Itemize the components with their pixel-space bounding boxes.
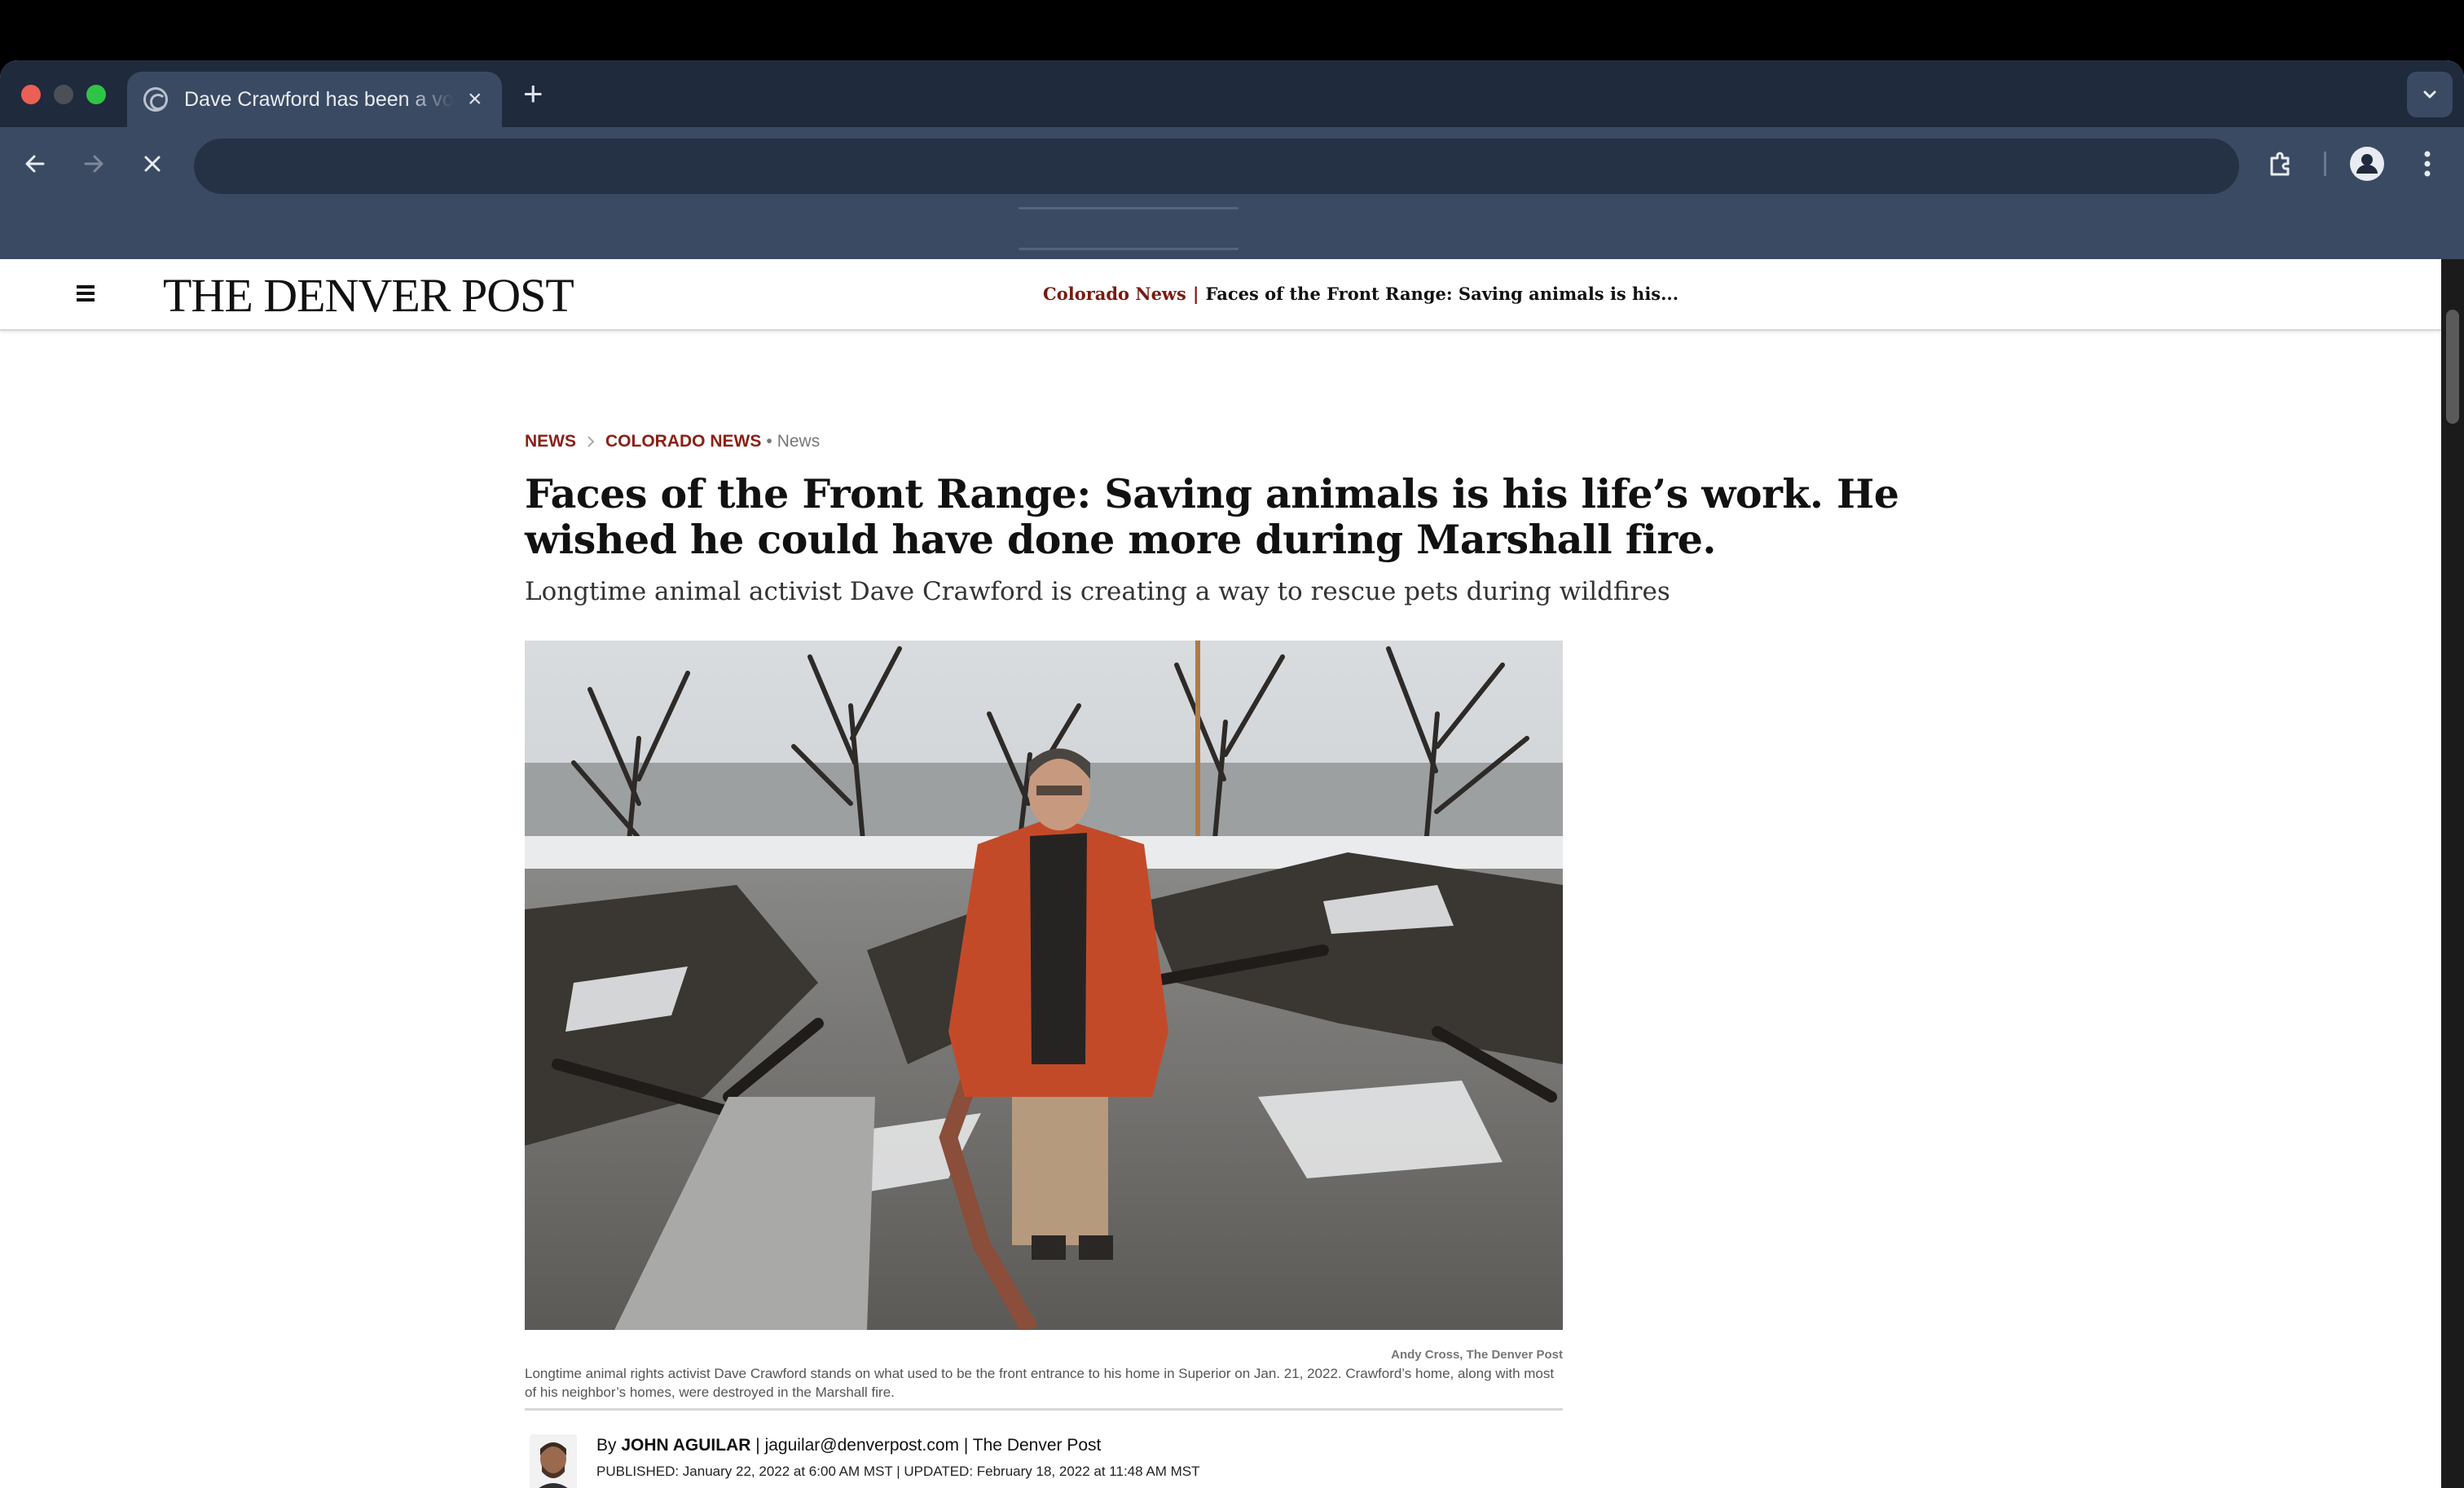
browser-menu-button[interactable] [2409, 145, 2446, 183]
article-headline: Faces of the Front Range: Saving animals… [525, 470, 1899, 563]
stop-icon [144, 156, 161, 172]
forward-button[interactable] [75, 145, 112, 183]
publish-dates: PUBLISHED: January 22, 2022 at 6:00 AM M… [596, 1464, 1200, 1479]
maximize-window-button[interactable] [86, 85, 106, 104]
menu-bar-area [0, 0, 2464, 60]
breadcrumb-dot: • [766, 432, 772, 451]
breadcrumb-news[interactable]: NEWS [525, 432, 576, 451]
loading-indicator [1019, 248, 1239, 250]
author-avatar[interactable] [530, 1434, 577, 1488]
article-photo[interactable] [525, 641, 1563, 1330]
stop-loading-button[interactable] [134, 145, 171, 183]
trail-separator: | [1192, 284, 1199, 304]
site-logo[interactable]: THE DENVER POST [163, 272, 574, 319]
photo-caption: Longtime animal rights activist Dave Cra… [525, 1366, 1555, 1400]
browser-toolbar [0, 127, 2464, 200]
active-tab[interactable]: Dave Crawford has been a vo × [127, 72, 502, 127]
extensions-button[interactable] [2262, 145, 2299, 183]
byline-separator: | [963, 1436, 969, 1455]
photo-credit: Andy Cross, The Denver Post [1391, 1348, 1563, 1362]
forward-arrow-icon [84, 155, 103, 173]
author-email[interactable]: jaguilar@denverpost.com [765, 1436, 959, 1455]
breadcrumb: NEWS COLORADO NEWS • News [525, 432, 820, 451]
header-trail: Colorado News | Faces of the Front Range: … [1043, 284, 1679, 304]
byline-author-line: By JOHN AGUILAR | jaguilar@denverpost.co… [596, 1436, 1101, 1455]
close-window-button[interactable] [21, 85, 41, 104]
globe-icon [143, 87, 168, 112]
profile-button[interactable] [2348, 145, 2386, 183]
tab-title: Dave Crawford has been a vo [184, 87, 453, 111]
byline-by: By [596, 1436, 617, 1455]
minimize-window-button[interactable] [54, 85, 73, 104]
web-page: THE DENVER POST Colorado News | Faces of t… [0, 259, 2464, 1488]
tab-strip: Dave Crawford has been a vo × + [0, 60, 2464, 127]
trail-section[interactable]: Colorado News [1043, 284, 1186, 304]
toolbar-divider [2324, 152, 2326, 176]
close-icon[interactable]: × [468, 87, 482, 112]
loading-indicator [1019, 207, 1239, 209]
chevron-right-icon [587, 436, 595, 447]
back-button[interactable] [16, 145, 54, 183]
profile-icon [2350, 147, 2384, 181]
breadcrumb-colorado-news[interactable]: COLORADO NEWS [605, 432, 761, 451]
breadcrumb-tag[interactable]: News [777, 432, 821, 451]
extensions-icon [2270, 152, 2290, 176]
hamburger-icon[interactable] [77, 285, 95, 302]
site-header: THE DENVER POST Colorado News | Faces of t… [0, 259, 2441, 331]
article-dek: Longtime animal activist Dave Crawford i… [525, 577, 1670, 606]
tab-search-button[interactable] [2407, 72, 2453, 117]
author-outlet: The Denver Post [972, 1436, 1102, 1455]
address-bar[interactable] [194, 139, 2239, 194]
divider [525, 1408, 1563, 1411]
bookmarks-bar [0, 200, 2464, 259]
back-arrow-icon [25, 155, 45, 173]
kebab-menu-icon [2424, 151, 2431, 177]
chevron-down-icon [2423, 90, 2436, 99]
byline: By JOHN AGUILAR | jaguilar@denverpost.co… [525, 1428, 1563, 1488]
byline-separator: | [755, 1436, 760, 1455]
scrollbar[interactable] [2441, 259, 2464, 1488]
scrollbar-thumb[interactable] [2446, 310, 2459, 424]
trail-headline: Faces of the Front Range: Saving animals… [1205, 284, 1679, 304]
plus-icon[interactable]: + [523, 77, 543, 111]
browser-window: Dave Crawford has been a vo × + THE DENV… [0, 60, 2464, 1488]
author-name[interactable]: JOHN AGUILAR [621, 1436, 750, 1455]
